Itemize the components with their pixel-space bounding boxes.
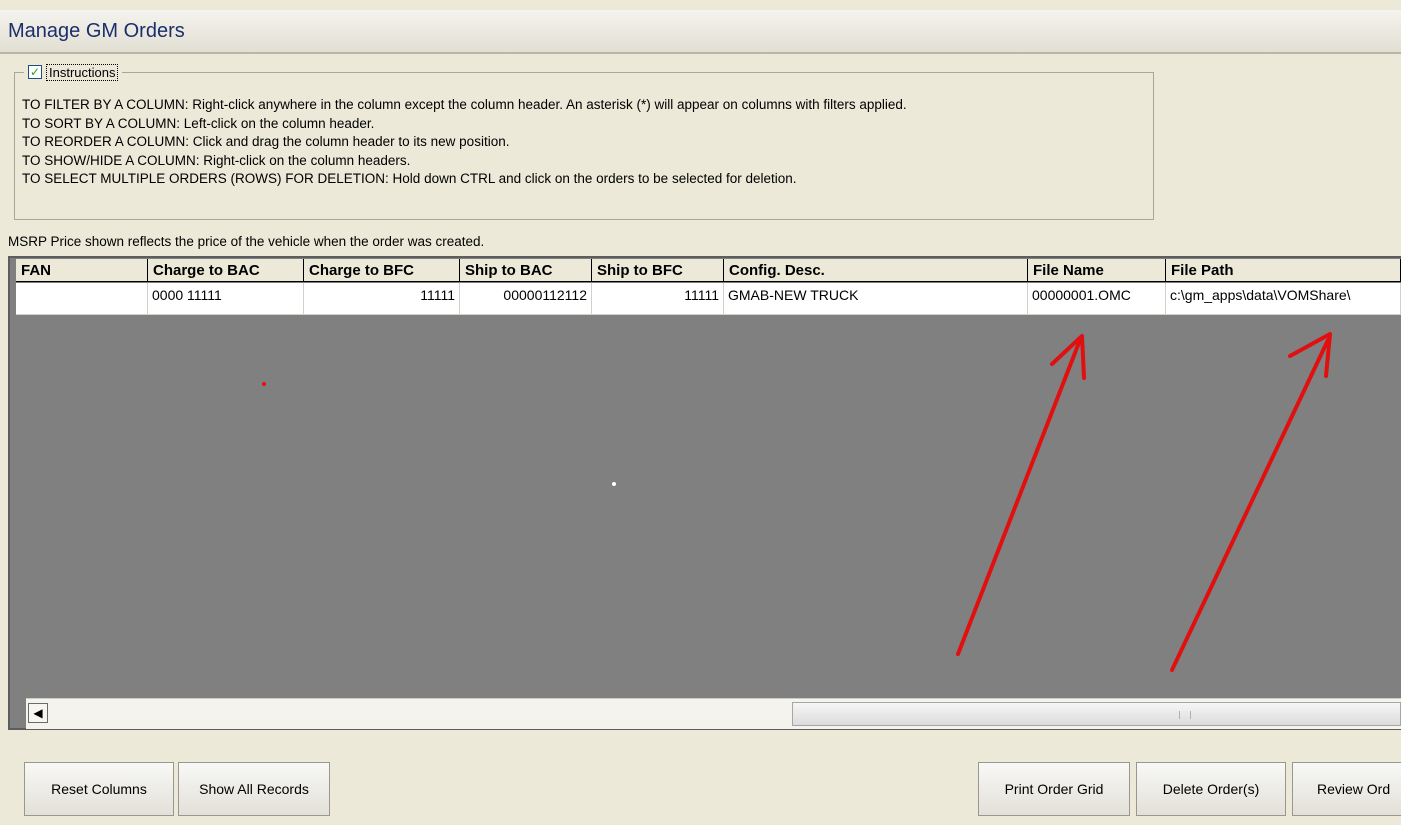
scroll-grip-icon: [1179, 711, 1191, 719]
cell-config-desc[interactable]: GMAB-NEW TRUCK: [724, 283, 1028, 315]
column-header-config-desc[interactable]: Config. Desc.: [724, 259, 1028, 282]
cell-file-name[interactable]: 00000001.OMC: [1028, 283, 1166, 315]
reset-columns-button[interactable]: Reset Columns: [24, 762, 174, 816]
instructions-checkbox[interactable]: ✓: [28, 65, 42, 79]
cell-ship-to-bfc[interactable]: 11111: [592, 283, 724, 315]
instructions-text: TO FILTER BY A COLUMN: Right-click anywh…: [22, 96, 907, 189]
window-title: Manage GM Orders: [8, 20, 185, 42]
msrp-note: MSRP Price shown reflects the price of t…: [8, 234, 485, 249]
cell-fan[interactable]: [16, 283, 148, 315]
instruction-line: TO SORT BY A COLUMN: Left-click on the c…: [22, 115, 375, 131]
column-header-ship-to-bfc[interactable]: Ship to BFC: [592, 259, 724, 282]
table-row[interactable]: 0000 11111 11111 00000112112 11111 GMAB-…: [16, 283, 1401, 315]
column-header-file-path[interactable]: File Path: [1166, 259, 1401, 282]
instruction-line: TO FILTER BY A COLUMN: Right-click anywh…: [22, 97, 907, 112]
column-header-file-name[interactable]: File Name: [1028, 259, 1166, 282]
instructions-toggle[interactable]: ✓ Instructions: [24, 62, 123, 82]
delete-orders-button[interactable]: Delete Order(s): [1136, 762, 1286, 816]
column-header-charge-to-bfc[interactable]: Charge to BFC: [304, 259, 460, 282]
instruction-line: TO SELECT MULTIPLE ORDERS (ROWS) FOR DEL…: [22, 171, 797, 186]
cell-charge-to-bfc[interactable]: 11111: [304, 283, 460, 315]
cell-ship-to-bac[interactable]: 00000112112: [460, 283, 592, 315]
horizontal-scrollbar[interactable]: ◀: [26, 698, 1401, 729]
white-dot-mark: [612, 482, 616, 486]
cell-charge-to-bac[interactable]: 0000 11111: [148, 283, 304, 315]
red-dot-mark: [262, 382, 266, 386]
instruction-line: TO REORDER A COLUMN: Click and drag the …: [22, 134, 510, 149]
scroll-left-button[interactable]: ◀: [28, 703, 48, 723]
orders-grid[interactable]: [8, 256, 1401, 730]
cell-file-path[interactable]: c:\gm_apps\data\VOMShare\: [1166, 283, 1401, 315]
show-all-records-button[interactable]: Show All Records: [178, 762, 330, 816]
scroll-thumb[interactable]: [792, 702, 1401, 726]
column-header-fan[interactable]: FAN: [16, 259, 148, 282]
instruction-line: TO SHOW/HIDE A COLUMN: Right-click on th…: [22, 152, 411, 168]
print-order-grid-button[interactable]: Print Order Grid: [978, 762, 1130, 816]
column-header-ship-to-bac[interactable]: Ship to BAC: [460, 259, 592, 282]
column-header-charge-to-bac[interactable]: Charge to BAC: [148, 259, 304, 282]
review-order-button[interactable]: Review Ord: [1292, 762, 1401, 816]
grid-header: FAN Charge to BAC Charge to BFC Ship to …: [16, 259, 1401, 282]
title-bar: Manage GM Orders: [0, 10, 1401, 54]
instructions-label: Instructions: [46, 63, 119, 81]
